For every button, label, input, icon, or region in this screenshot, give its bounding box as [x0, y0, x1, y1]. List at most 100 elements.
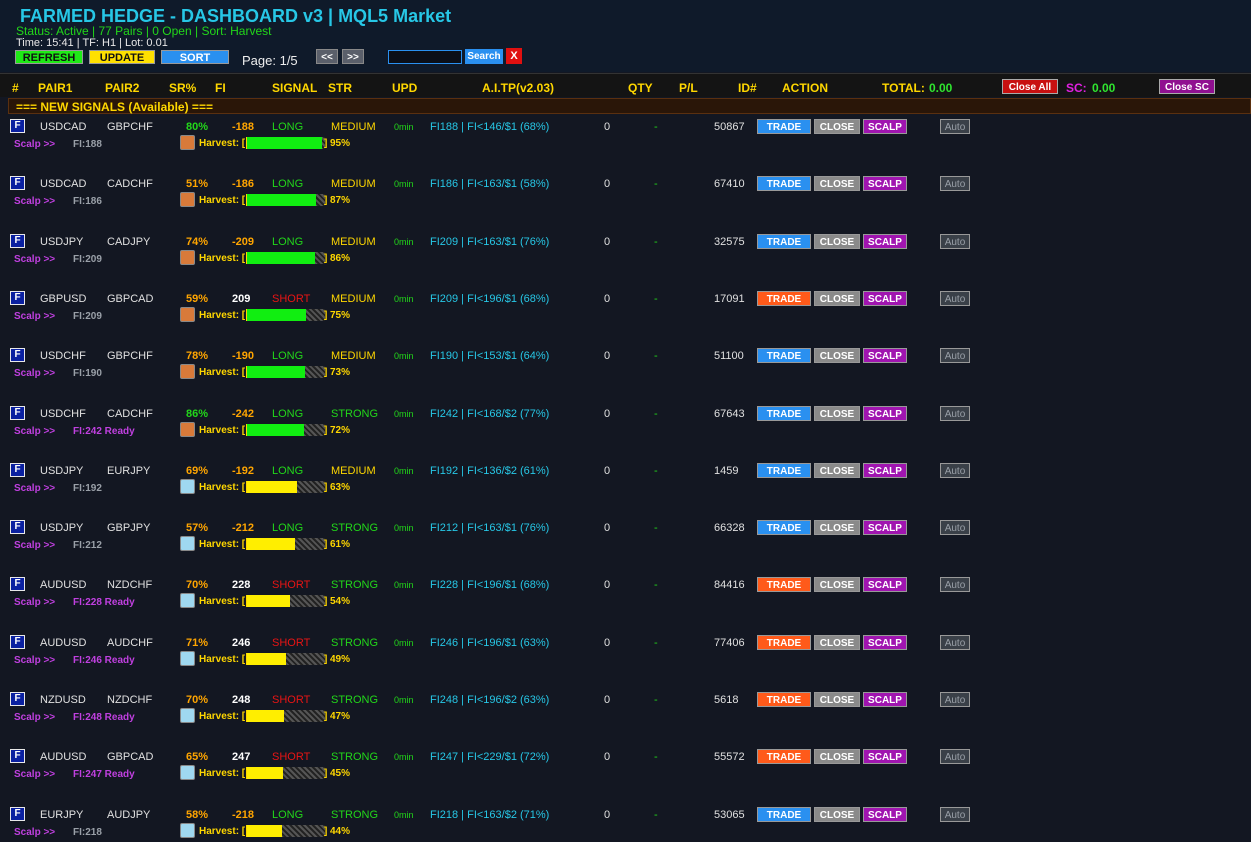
scalp-link[interactable]: Scalp >> — [14, 426, 55, 437]
pair2: NZDCHF — [107, 694, 153, 706]
scalp-button[interactable]: SCALP — [863, 749, 907, 765]
pair2: AUDCHF — [107, 636, 153, 649]
scalp-link[interactable]: Scalp >> — [14, 139, 55, 150]
trade-button[interactable]: TRADE — [757, 348, 811, 364]
scalp-link[interactable]: Scalp >> — [14, 540, 55, 551]
harvest-percent: 95% — [330, 138, 351, 149]
auto-button[interactable]: Auto — [940, 634, 970, 650]
scalp-link[interactable]: Scalp >> — [14, 254, 55, 265]
scalp-button[interactable]: SCALP — [863, 233, 907, 249]
close-button[interactable]: CLOSE — [814, 290, 860, 306]
quantity: 0 — [604, 121, 611, 133]
signal-direction: SHORT — [272, 694, 311, 706]
success-rate: 74% — [186, 235, 209, 248]
scalp-button[interactable]: SCALP — [863, 520, 907, 536]
auto-button[interactable]: Auto — [940, 233, 970, 249]
trade-button[interactable]: TRADE — [757, 462, 811, 478]
auto-button[interactable]: Auto — [940, 348, 970, 364]
scalp-link[interactable]: Scalp >> — [14, 712, 55, 723]
auto-button[interactable]: Auto — [940, 462, 970, 478]
close-button[interactable]: CLOSE — [814, 119, 860, 134]
close-button[interactable]: CLOSE — [814, 692, 860, 707]
harvest-progress-bar — [246, 251, 325, 264]
close-button[interactable]: CLOSE — [814, 520, 860, 536]
auto-button[interactable]: Auto — [940, 806, 970, 822]
farm-badge-icon: F — [10, 520, 25, 535]
close-button[interactable]: CLOSE — [814, 176, 860, 192]
close-button[interactable]: CLOSE — [814, 462, 860, 478]
scalp-button[interactable]: SCALP — [863, 577, 907, 593]
scalp-link[interactable]: Scalp >> — [14, 311, 55, 322]
auto-button[interactable]: Auto — [940, 405, 970, 421]
harvest-progress-fill — [247, 824, 282, 837]
close-button[interactable]: CLOSE — [814, 348, 860, 364]
harvest-bar-end: ] — [324, 596, 328, 608]
harvest-label: Harvest: [ — [199, 252, 246, 264]
harvest-progress-fill — [247, 652, 286, 665]
close-button[interactable]: CLOSE — [814, 634, 860, 650]
scalp-button[interactable]: SCALP — [863, 634, 907, 650]
ai-tp: FI218 | FI<163/$2 (71%) — [430, 808, 550, 821]
harvest-percent: 49% — [330, 653, 351, 665]
signal-list: F USDCAD GBPCHF 80% -188 LONG MEDIUM 0min FI188 … — [0, 0, 1251, 842]
harvest-label: Harvest: [ — [199, 309, 246, 321]
harvest-percent: 45% — [330, 768, 351, 780]
auto-button[interactable]: Auto — [940, 290, 970, 306]
quantity: 0 — [604, 579, 611, 592]
scalp-link[interactable]: Scalp >> — [14, 769, 55, 780]
scalp-button[interactable]: SCALP — [863, 290, 907, 306]
auto-button[interactable]: Auto — [940, 176, 970, 192]
farm-badge-icon: F — [10, 692, 25, 706]
harvest-percent: 44% — [330, 825, 351, 837]
trade-button[interactable]: TRADE — [757, 692, 811, 707]
trade-button[interactable]: TRADE — [757, 634, 811, 650]
success-rate: 57% — [186, 522, 209, 535]
close-button[interactable]: CLOSE — [814, 405, 860, 421]
pair1: USDCAD — [40, 121, 87, 133]
scalp-link[interactable]: Scalp >> — [14, 196, 55, 207]
trade-button[interactable]: TRADE — [757, 233, 811, 249]
harvest-bar-end: ] — [324, 138, 328, 149]
update-age: 0min — [394, 293, 414, 304]
auto-button[interactable]: Auto — [940, 520, 970, 536]
close-button[interactable]: CLOSE — [814, 233, 860, 249]
auto-button[interactable]: Auto — [940, 749, 970, 765]
scalp-button[interactable]: SCALP — [863, 405, 907, 421]
close-button[interactable]: CLOSE — [814, 806, 860, 822]
scalp-link[interactable]: Scalp >> — [14, 655, 55, 666]
scalp-button[interactable]: SCALP — [863, 462, 907, 478]
trade-button[interactable]: TRADE — [757, 520, 811, 536]
auto-button[interactable]: Auto — [940, 577, 970, 593]
scalp-button[interactable]: SCALP — [863, 806, 907, 822]
harvest-progress-fill — [247, 480, 297, 493]
farm-badge-icon: F — [10, 577, 25, 592]
signal-strength: MEDIUM — [331, 292, 376, 305]
trade-button[interactable]: TRADE — [757, 749, 811, 765]
signal-direction: SHORT — [272, 579, 311, 592]
scalp-button[interactable]: SCALP — [863, 692, 907, 707]
trade-button[interactable]: TRADE — [757, 577, 811, 593]
scalp-link[interactable]: Scalp >> — [14, 827, 55, 838]
harvest-percent: 87% — [330, 195, 351, 207]
scalp-link[interactable]: Scalp >> — [14, 483, 55, 494]
scalp-button[interactable]: SCALP — [863, 176, 907, 192]
scalp-button[interactable]: SCALP — [863, 119, 907, 134]
trade-button[interactable]: TRADE — [757, 405, 811, 421]
trade-button[interactable]: TRADE — [757, 119, 811, 134]
signal-row: F USDJPY CADJPY 74% -209 LONG MEDIUM 0min FI209 … — [0, 233, 1251, 274]
trade-button[interactable]: TRADE — [757, 176, 811, 192]
close-button[interactable]: CLOSE — [814, 749, 860, 765]
harvest-label: Harvest: [ — [199, 138, 246, 149]
scalp-button[interactable]: SCALP — [863, 348, 907, 364]
trade-button[interactable]: TRADE — [757, 806, 811, 822]
trade-button[interactable]: TRADE — [757, 290, 811, 306]
auto-button[interactable]: Auto — [940, 692, 970, 707]
cloud-icon — [180, 478, 195, 494]
scalp-link[interactable]: Scalp >> — [14, 368, 55, 379]
close-button[interactable]: CLOSE — [814, 577, 860, 593]
pair1: USDJPY — [40, 235, 84, 248]
quantity: 0 — [604, 464, 611, 477]
update-age: 0min — [394, 122, 414, 132]
auto-button[interactable]: Auto — [940, 119, 970, 134]
scalp-link[interactable]: Scalp >> — [14, 597, 55, 608]
